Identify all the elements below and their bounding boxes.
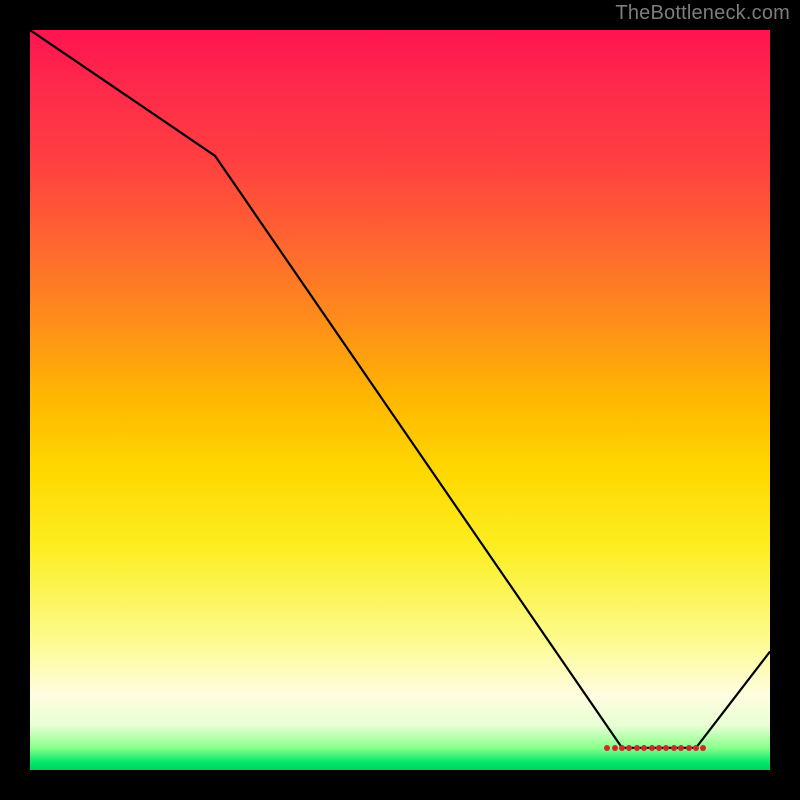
marker-dot bbox=[626, 745, 632, 751]
marker-dot bbox=[700, 745, 706, 751]
marker-dot bbox=[656, 745, 662, 751]
curve-svg bbox=[30, 30, 770, 770]
plot-area bbox=[30, 30, 770, 770]
marker-dot bbox=[641, 745, 647, 751]
marker-dot bbox=[649, 745, 655, 751]
marker-dot bbox=[678, 745, 684, 751]
marker-dot bbox=[671, 745, 677, 751]
marker-dot bbox=[619, 745, 625, 751]
marker-dot bbox=[686, 745, 692, 751]
marker-dot bbox=[663, 745, 669, 751]
marker-dot bbox=[612, 745, 618, 751]
marker-dot bbox=[693, 745, 699, 751]
marker-dot bbox=[604, 745, 610, 751]
chart-container: TheBottleneck.com bbox=[0, 0, 800, 800]
watermark-text: TheBottleneck.com bbox=[615, 2, 790, 25]
marker-dot bbox=[634, 745, 640, 751]
curve-line bbox=[30, 30, 770, 748]
